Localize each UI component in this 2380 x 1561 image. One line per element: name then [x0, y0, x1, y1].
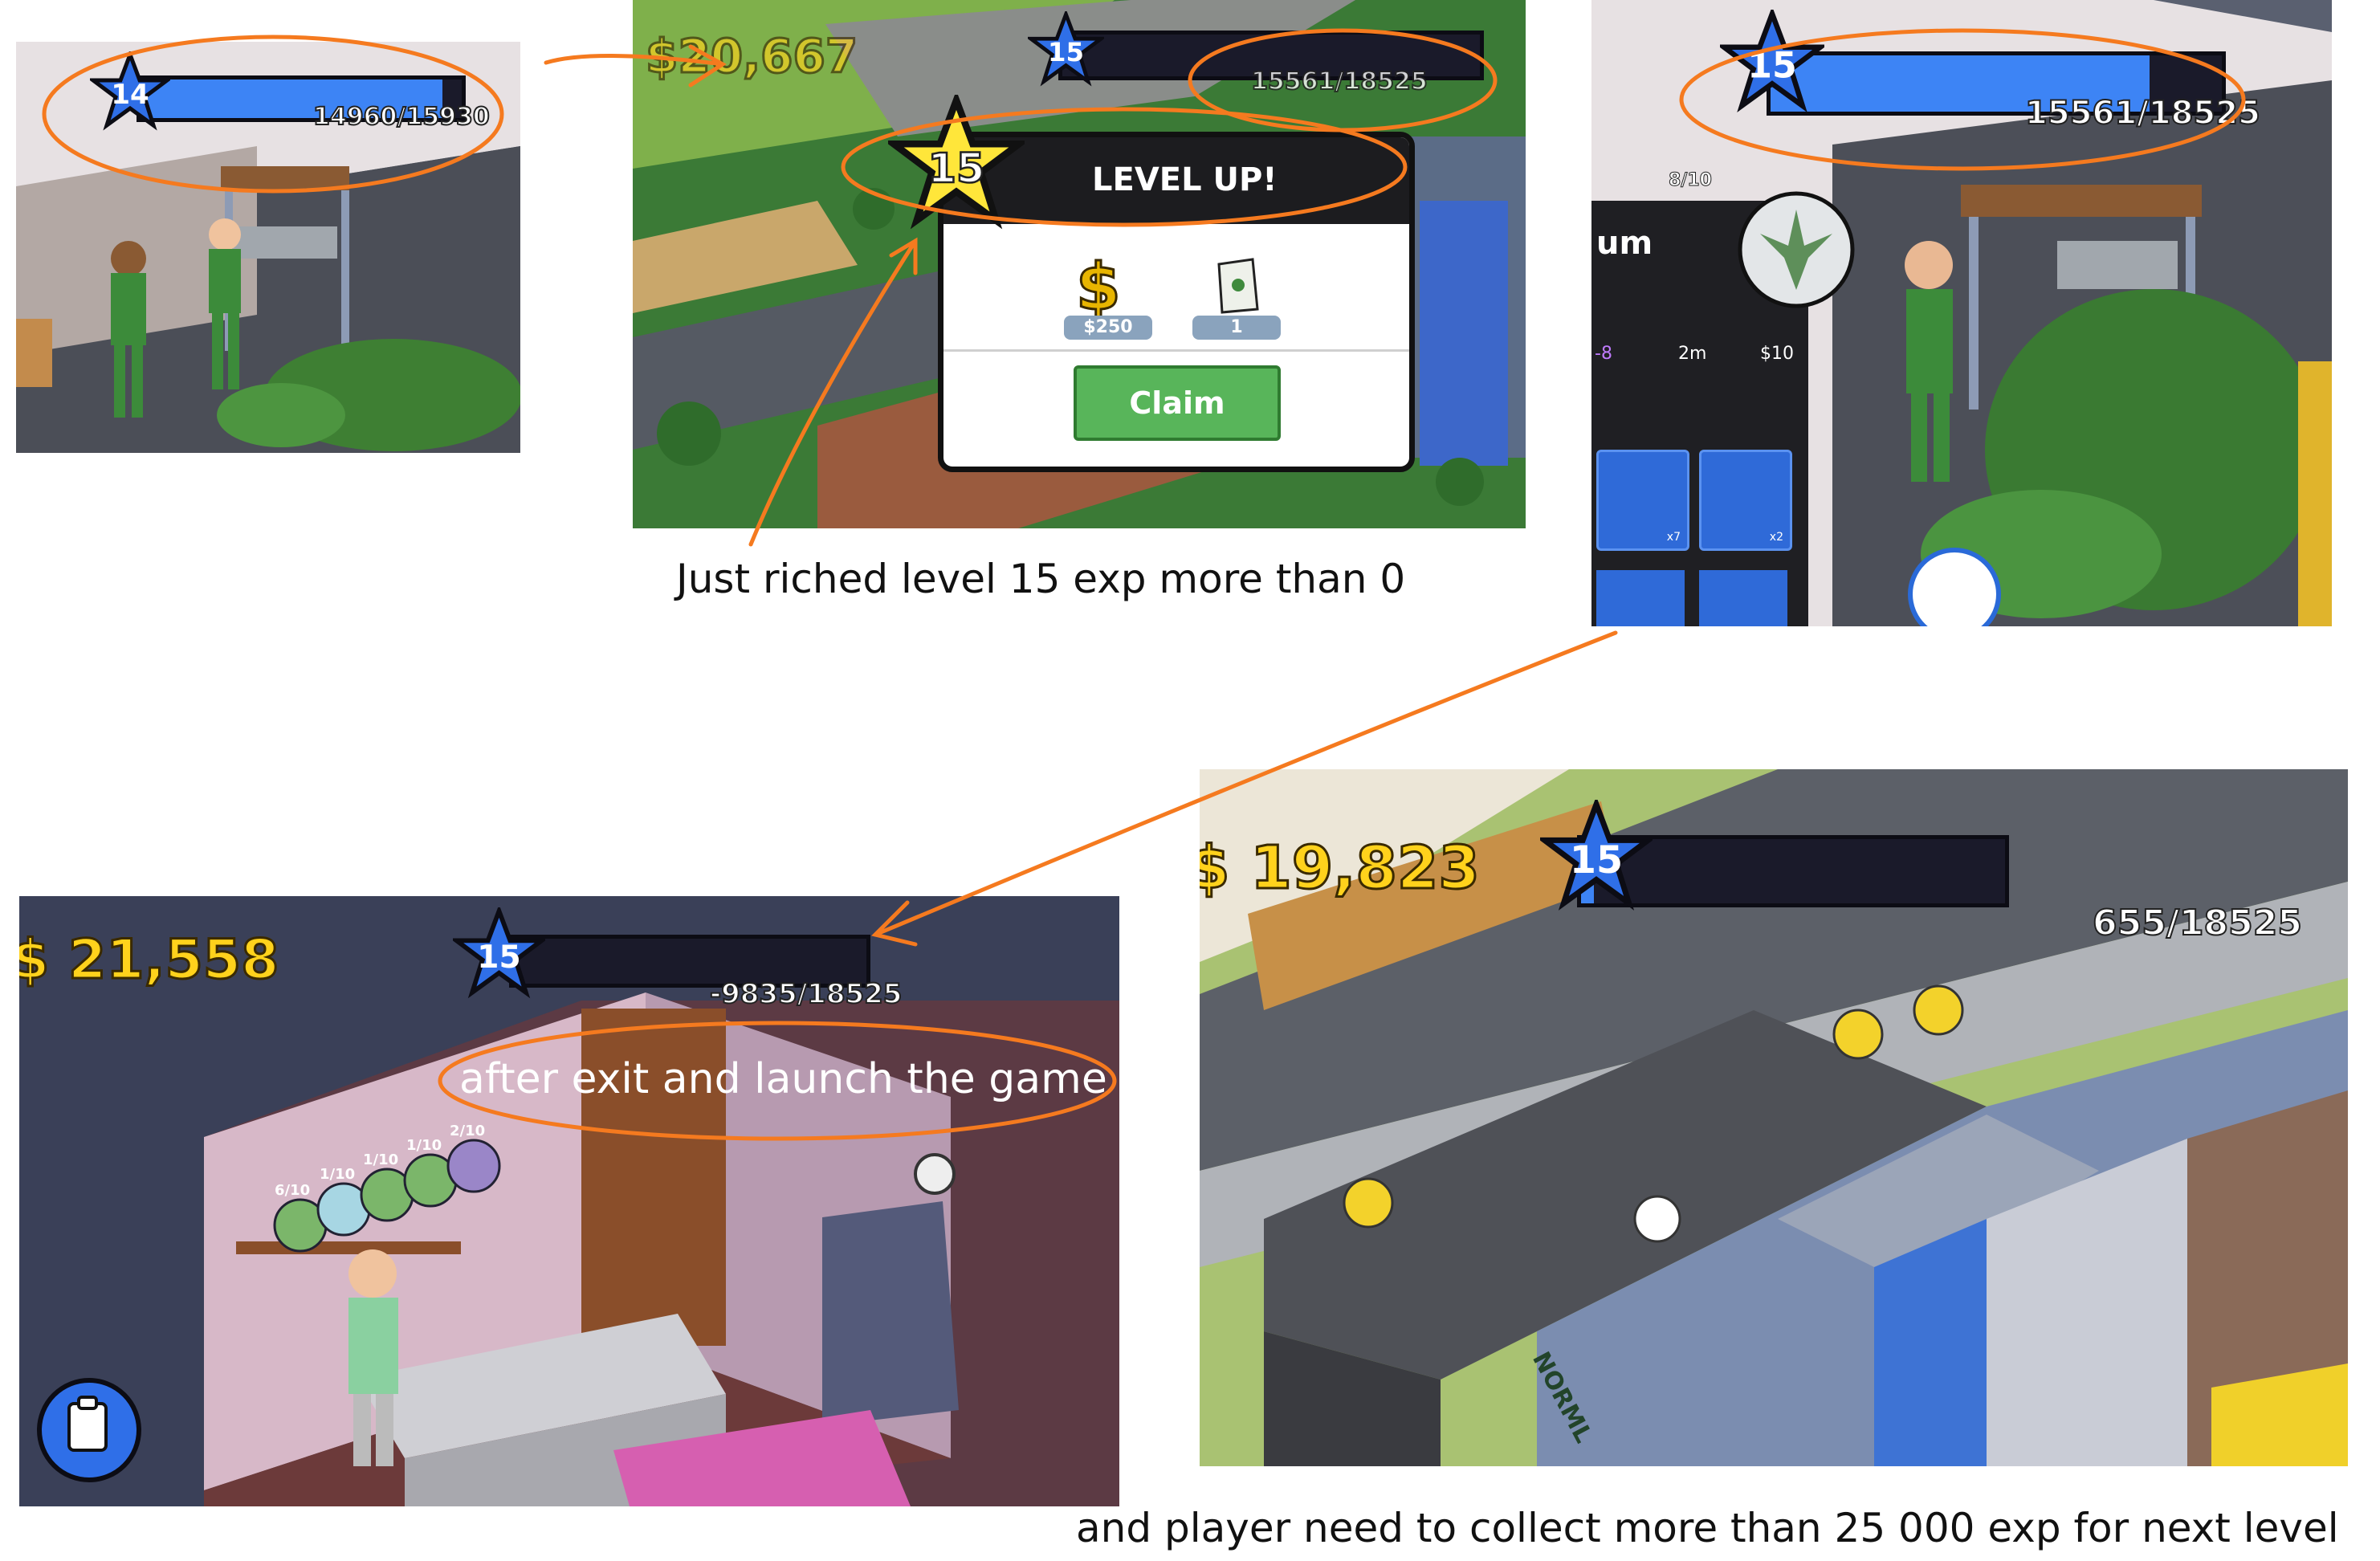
capacity-counter: 8/10 [1669, 170, 1713, 191]
level-star-icon: 15 [1720, 10, 1824, 112]
stat-yield: -8 [1595, 344, 1612, 364]
money-counter: $ 19,823 [1200, 833, 1481, 904]
xp-text: 14960/15930 [312, 102, 491, 132]
level-number: 15 [928, 145, 985, 193]
dialog-divider [943, 349, 1409, 352]
jar-counter: 1/10 [363, 1151, 399, 1168]
dialog-title: LEVEL UP! [1092, 161, 1278, 198]
panel-title-fragment: um [1596, 225, 1653, 262]
level-number: 15 [1570, 838, 1623, 882]
money-counter: $20,667 [644, 28, 858, 85]
level-up-star-icon: 15 [888, 95, 1025, 230]
strain-item[interactable]: x7 [1596, 450, 1689, 551]
strain-icon[interactable] [1736, 190, 1856, 310]
level-star-icon: 14 [90, 51, 170, 131]
money-counter: $ 21,558 [19, 927, 280, 993]
seed-bag-icon [1217, 258, 1259, 314]
jar-counter: 6/10 [275, 1182, 311, 1199]
clipboard-button[interactable] [37, 1378, 141, 1482]
claim-button[interactable]: Claim [1074, 365, 1281, 441]
level-star-icon: 15 [453, 907, 545, 999]
strain-item[interactable]: x2 [1699, 450, 1792, 551]
annotation-text: after exit and launch the game [459, 1055, 1107, 1103]
screenshot-level-15-hud: um -8 2m $10 x7 x2 8/10 15 15561/18525 [1591, 0, 2332, 626]
item-count: x7 [1666, 531, 1681, 544]
level-number: 14 [111, 79, 149, 111]
planting-tool-button[interactable] [1908, 548, 2001, 626]
screenshot-city-hud: NORML $ 19,823 15 655/18525 [1200, 769, 2348, 1466]
stat-price: $10 [1760, 344, 1794, 364]
jar-counter: 1/10 [406, 1137, 442, 1154]
jar-counter: 2/10 [450, 1123, 486, 1139]
screenshot-after-relaunch: 6/10 1/10 1/10 1/10 2/10 $ 21,558 15 -98… [19, 896, 1119, 1506]
level-star-icon: 15 [1028, 11, 1104, 87]
reward-cash-value: $250 [1064, 316, 1152, 340]
xp-text: 655/18525 [2092, 902, 2303, 944]
caption-next-level-exp: and player need to collect more than 25 … [1076, 1505, 2339, 1551]
reward-item-count: 1 [1192, 316, 1281, 340]
strain-item[interactable] [1699, 570, 1787, 626]
level-number: 15 [477, 939, 520, 976]
item-count: x2 [1769, 531, 1783, 544]
level-star-icon: 15 [1540, 800, 1653, 911]
clipboard-icon [67, 1396, 108, 1452]
reward-cash-icon: $ [1075, 249, 1123, 326]
xp-text: 15561/18525 [2024, 94, 2261, 132]
stat-row: -8 2m $10 [1591, 337, 1808, 369]
level-number: 15 [1747, 46, 1797, 87]
screenshot-level-up-popup: $20,667 15 15561/18525 LEVEL UP! $ $250 … [633, 0, 1526, 528]
level-number: 15 [1048, 37, 1084, 67]
stat-time: 2m [1678, 344, 1707, 364]
xp-text: -9835/18525 [709, 977, 903, 1011]
screenshot-level-14: 14 14960/15930 [16, 42, 520, 453]
xp-text: 15561/18525 [1250, 67, 1428, 96]
jar-counter: 1/10 [320, 1166, 356, 1183]
caption-level-reached: Just riched level 15 exp more than 0 [676, 556, 1406, 602]
strain-item[interactable] [1596, 570, 1685, 626]
